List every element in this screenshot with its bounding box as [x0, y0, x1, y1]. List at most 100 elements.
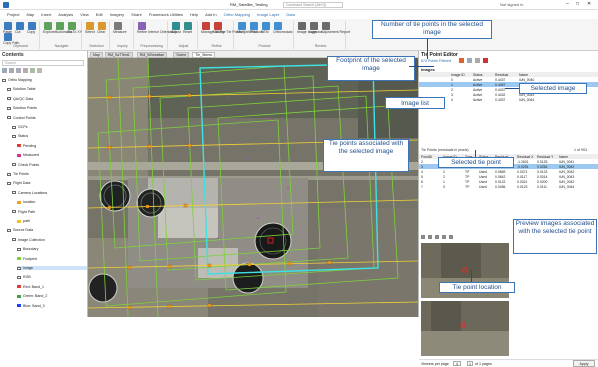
- user-status[interactable]: Not signed in: [500, 2, 523, 7]
- clear-button[interactable]: Clear: [97, 30, 105, 34]
- tree-item-image[interactable]: Image: [17, 266, 87, 270]
- reset-button[interactable]: Reset: [183, 30, 192, 34]
- reset-icon[interactable]: [184, 22, 192, 30]
- tree-item-flight-data[interactable]: Flight Data: [7, 181, 30, 185]
- map-imagery[interactable]: [88, 58, 418, 317]
- menu-project[interactable]: Project: [7, 12, 19, 17]
- dtm-icon[interactable]: [262, 22, 270, 30]
- tree-item-flight-path[interactable]: Flight Path: [12, 210, 35, 214]
- tree-item-solution-points[interactable]: Solution Points: [7, 106, 37, 110]
- zoom-out-icon[interactable]: [435, 235, 439, 239]
- menu-imagery[interactable]: Imagery: [110, 12, 124, 17]
- logs-icon[interactable]: [310, 22, 318, 30]
- tree-item-image-collection[interactable]: Image Collection: [12, 238, 45, 242]
- visibility-checkbox[interactable]: [7, 97, 11, 101]
- tree-item-control-points[interactable]: Control Points: [7, 116, 36, 120]
- copy-path-icon[interactable]: [4, 33, 12, 41]
- copy-icon[interactable]: [28, 22, 36, 30]
- zoom-to-icon[interactable]: [467, 58, 472, 63]
- clear-icon[interactable]: [98, 22, 106, 30]
- menu-ortho-mapping[interactable]: Ortho Mapping: [224, 12, 250, 17]
- visibility-checkbox[interactable]: [12, 210, 16, 214]
- close-button[interactable]: ✕: [587, 1, 591, 7]
- dtm-button[interactable]: DTM: [261, 30, 269, 34]
- cut-icon[interactable]: [16, 22, 24, 30]
- menu-image-layer[interactable]: Image Layer: [257, 12, 279, 17]
- orthomosaic-icon[interactable]: [274, 22, 282, 30]
- dsm-button[interactable]: DSM: [249, 30, 257, 34]
- visibility-checkbox[interactable]: [17, 275, 21, 279]
- visibility-checkbox[interactable]: [7, 172, 11, 176]
- viewer-count-input[interactable]: 4: [453, 361, 461, 366]
- tree-item-camera-locations[interactable]: Camera Locations: [12, 191, 47, 195]
- measure-button[interactable]: Measure: [113, 30, 127, 34]
- select-button[interactable]: Select: [85, 30, 95, 34]
- tree-item-status[interactable]: Status: [12, 134, 28, 138]
- menu-share[interactable]: Share: [131, 12, 142, 17]
- page-number-input[interactable]: 1: [467, 361, 473, 366]
- visibility-checkbox[interactable]: [17, 266, 21, 270]
- adjustment-report-button[interactable]: Adjustment Report: [321, 30, 350, 34]
- tree-item-pending[interactable]: Pending: [17, 144, 36, 148]
- refine-interior-orientation-icon[interactable]: [138, 22, 146, 30]
- measure-icon[interactable]: [114, 22, 122, 30]
- filter-icon[interactable]: [475, 58, 480, 63]
- menu-help[interactable]: Help: [190, 12, 198, 17]
- visibility-checkbox[interactable]: [12, 238, 16, 242]
- go-to-xy-button[interactable]: Go To XY: [67, 30, 82, 34]
- tree-item-path[interactable]: path: [17, 219, 30, 223]
- tree-item-measured[interactable]: Measured: [17, 153, 39, 157]
- menu-edit[interactable]: Edit: [96, 12, 103, 17]
- tree-item-check-points[interactable]: Check Points: [12, 163, 39, 167]
- menu-map[interactable]: Map: [26, 12, 34, 17]
- menu-data[interactable]: Data: [286, 12, 294, 17]
- maximize-button[interactable]: □: [576, 1, 579, 7]
- select-icon[interactable]: [86, 22, 94, 30]
- logs-button[interactable]: Logs: [309, 30, 317, 34]
- tree-item-boundary[interactable]: Boundary: [17, 247, 38, 251]
- manage-tie-points-icon[interactable]: [214, 22, 222, 30]
- list-by-drawing-order-icon[interactable]: [2, 68, 7, 73]
- tree-item-footprint[interactable]: Footprint: [17, 257, 37, 261]
- menu-view[interactable]: View: [80, 12, 89, 17]
- menu-framework-utilities[interactable]: Framework Utilities: [149, 12, 183, 17]
- pan-icon[interactable]: [421, 235, 425, 239]
- add-point-icon[interactable]: [449, 235, 453, 239]
- tree-item-ortho-mapping[interactable]: Ortho Mapping: [2, 78, 32, 82]
- image-inspector-icon[interactable]: [298, 22, 306, 30]
- tree-item-source-data[interactable]: Source Data: [7, 228, 33, 232]
- list-by-editing-icon[interactable]: [23, 68, 28, 73]
- visibility-checkbox[interactable]: [12, 125, 16, 129]
- tree-item-blue-band-3[interactable]: Blue: Band_3: [17, 304, 45, 308]
- image-table-row[interactable]: 4 Active 0.4337 IUN_0044: [419, 97, 598, 102]
- explore-button[interactable]: Explore: [43, 30, 55, 34]
- full-extent-icon[interactable]: [442, 235, 446, 239]
- remove-icon[interactable]: [483, 58, 488, 63]
- tree-item-tie-points[interactable]: Tie Points: [7, 172, 29, 176]
- visibility-checkbox[interactable]: [12, 163, 16, 167]
- adjustment-report-icon[interactable]: [322, 22, 330, 30]
- tree-item-rgb[interactable]: RGB: [17, 275, 31, 279]
- tree-item-location[interactable]: location: [17, 200, 35, 204]
- tree-item-qa-qc-data[interactable]: QA/QC Data: [7, 97, 33, 101]
- copy-button[interactable]: Copy: [27, 30, 35, 34]
- adjust-button[interactable]: Adjust: [171, 30, 181, 34]
- visibility-checkbox[interactable]: [7, 116, 11, 120]
- visibility-checkbox[interactable]: [7, 87, 11, 91]
- tree-item-red-band-1[interactable]: Red: Band_1: [17, 285, 44, 289]
- contents-search-input[interactable]: Search: [2, 60, 84, 66]
- tree-item-solution-table[interactable]: Solution Table: [7, 87, 36, 91]
- paste-icon[interactable]: [4, 22, 12, 30]
- visibility-checkbox[interactable]: [12, 134, 16, 138]
- list-by-snapping-icon[interactable]: [30, 68, 35, 73]
- cut-button[interactable]: Cut: [15, 30, 20, 34]
- apply-button[interactable]: Apply: [573, 360, 595, 367]
- visibility-checkbox[interactable]: [7, 181, 11, 185]
- command-search-input[interactable]: Command Search (Alt+Q): [283, 2, 343, 8]
- multiple-products-icon[interactable]: [238, 22, 246, 30]
- visibility-checkbox[interactable]: [12, 191, 16, 195]
- visibility-checkbox[interactable]: [7, 228, 11, 232]
- filter-label[interactable]: 673 Points Filtered: [421, 59, 451, 63]
- tree-item-gcps[interactable]: GCPs: [12, 125, 28, 129]
- adjust-icon[interactable]: [172, 22, 180, 30]
